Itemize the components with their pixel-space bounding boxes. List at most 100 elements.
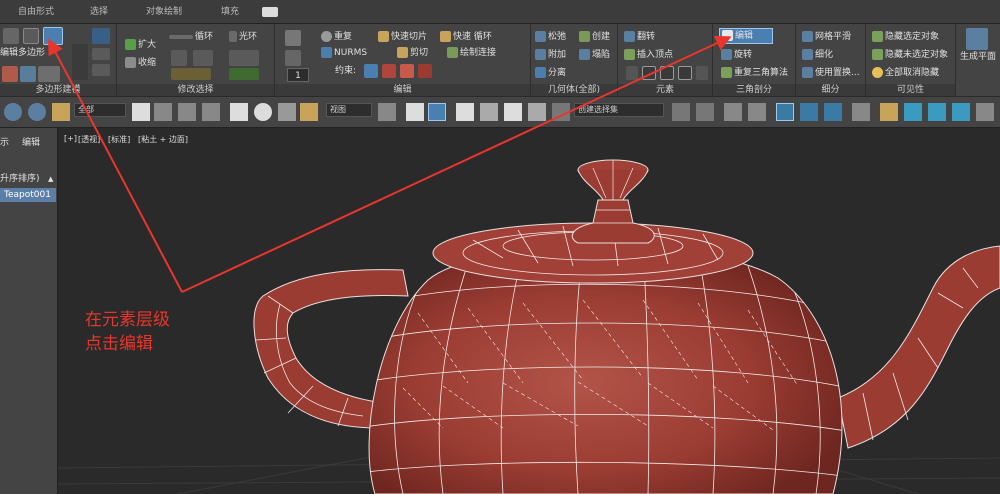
loop-mode-icon[interactable] [171,50,187,66]
render-cloud-icon[interactable] [976,103,994,121]
meshsmooth-button[interactable]: 网格平滑 [802,30,851,44]
angle-snap-icon[interactable] [480,103,498,121]
align-icon[interactable] [696,66,708,80]
tall-tool-icon[interactable] [92,28,110,44]
sort-arrow-icon[interactable]: ▲ [48,172,53,186]
tab-freeform[interactable]: 自由形式 [18,0,54,24]
ring-select-icon[interactable] [229,68,259,80]
loop-button[interactable]: 循环 [169,30,213,44]
insert-vertex-button[interactable]: 插入顶点 [624,48,673,62]
collapse-button[interactable]: 塌陷 [579,48,610,62]
rect-region-icon[interactable] [178,103,196,121]
tweak-icon[interactable] [285,50,301,66]
snap-3d-icon[interactable] [456,103,474,121]
constraint-none-icon[interactable] [364,64,378,78]
rotate-icon[interactable] [254,103,272,121]
hide-selected-button[interactable]: 隐藏选定对象 [872,30,939,44]
ring-button[interactable]: 光环 [229,30,257,44]
tri-edit-button[interactable]: 编辑 [719,28,773,44]
repeat-button[interactable]: 重复 [321,30,352,44]
mirror-tool-icon[interactable] [672,103,690,121]
scene-object-item[interactable]: Teapot001 [0,188,56,202]
stack-icon[interactable] [72,44,88,80]
axis-z-icon[interactable] [678,66,692,80]
keyboard-override-icon[interactable] [428,103,446,121]
select-object-icon[interactable] [132,103,150,121]
attach-button[interactable]: 附加 [535,48,566,62]
cut-button[interactable]: 剪切 [397,46,428,60]
shrink-button[interactable]: 收缩 [125,56,156,70]
make-planar-icon[interactable] [966,28,988,50]
schematic-view-icon[interactable] [800,103,818,121]
material-editor-icon[interactable] [824,103,842,121]
nurms-button[interactable]: NURMS [321,46,367,60]
subdiv-stepper[interactable]: 1 [287,68,309,82]
spinner-snap-icon[interactable] [528,103,546,121]
displacement-button[interactable]: 使用置换... [802,66,860,80]
tab-edit[interactable]: 编辑 [22,136,40,150]
tessellate-button[interactable]: 细化 [802,48,833,62]
align-tool-icon[interactable] [696,103,714,121]
tab-object-paint[interactable]: 对象绘制 [146,0,182,24]
loop-shift-icon[interactable] [193,50,213,66]
select-by-name-icon[interactable] [154,103,172,121]
graphite-icon[interactable] [20,66,36,82]
reference-coord-dropdown[interactable]: 视图 [326,103,372,117]
link-icon[interactable] [4,103,22,121]
loop-select-icon[interactable] [171,68,211,80]
hide-unselected-button[interactable]: 隐藏未选定对象 [872,48,948,62]
tab-selection[interactable]: 选择 [90,0,108,24]
render-activeshade-icon[interactable] [952,103,970,121]
side-tool-icon-2[interactable] [92,64,110,76]
move-icon[interactable] [230,103,248,121]
render-iterative-icon[interactable] [928,103,946,121]
select-manipulate-icon[interactable] [406,103,424,121]
pivot-icon[interactable] [378,103,396,121]
selection-filter-dropdown[interactable]: 全部 [74,103,126,117]
constraint-face-icon[interactable] [400,64,414,78]
unlink-icon[interactable] [28,103,46,121]
named-selection-dropdown[interactable]: 创建选择集 [574,103,664,117]
side-tool-icon-1[interactable] [92,48,110,60]
mirror-icon[interactable] [626,66,638,80]
constraint-normal-icon[interactable] [418,64,432,78]
make-planar-label[interactable]: 生成平面 [960,52,996,66]
vertex-level-icon[interactable] [3,28,19,44]
tab-display[interactable]: 示 [0,136,9,150]
render-production-icon[interactable] [904,103,922,121]
ring-shift-icon[interactable] [229,50,259,66]
window-crossing-icon[interactable] [202,103,220,121]
unhide-all-button[interactable]: 全部取消隐藏 [872,66,939,80]
place-icon[interactable] [300,103,318,121]
layer-manager-icon[interactable] [724,103,742,121]
percent-snap-icon[interactable] [504,103,522,121]
flip-button[interactable]: 翻转 [624,30,655,44]
edge-level-icon[interactable] [23,28,39,44]
constraint-edge-icon[interactable] [382,64,396,78]
scale-icon[interactable] [278,103,296,121]
render-setup-icon[interactable] [852,103,870,121]
perspective-viewport[interactable]: [+] [透视] [标准] [粘土 + 边面] [58,128,1000,494]
turn-button[interactable]: 旋转 [721,48,752,62]
axis-y-icon[interactable] [660,66,674,80]
modifier-icon[interactable] [2,66,18,82]
rendered-frame-icon[interactable] [880,103,898,121]
named-selset-icon[interactable] [552,103,570,121]
curve-editor-icon[interactable] [776,103,794,121]
grow-button[interactable]: 扩大 [125,38,156,52]
tab-populate[interactable]: 填充 [221,0,239,24]
quickslice-button[interactable]: 快速切片 [378,30,427,44]
ribbon-toggle-tb-icon[interactable] [748,103,766,121]
paintconnect-button[interactable]: 绘制连接 [447,46,496,60]
preserve-uv-icon[interactable] [285,30,301,46]
axis-x-icon[interactable] [642,66,656,80]
bind-spacewarp-icon[interactable] [52,103,70,121]
create-button[interactable]: 创建 [579,30,610,44]
relax-button[interactable]: 松弛 [535,30,566,44]
sort-header[interactable]: 升序排序) [0,172,40,186]
retriangulate-button[interactable]: 重复三角算法 [721,66,788,80]
detach-button[interactable]: 分离 [535,66,566,80]
swiftloop-button[interactable]: 快速 循环 [440,30,492,44]
element-level-button[interactable] [43,27,63,45]
preview-icon[interactable] [38,66,60,82]
